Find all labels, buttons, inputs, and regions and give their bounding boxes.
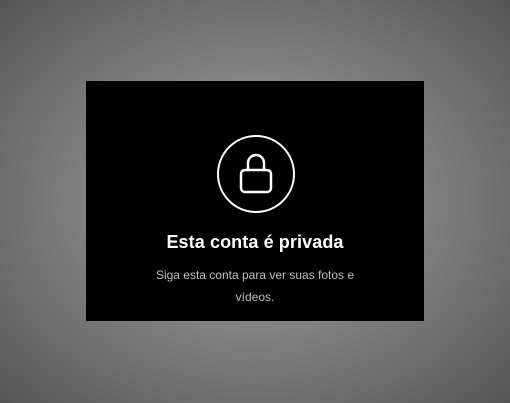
- private-account-panel: Esta conta é privada Siga esta conta par…: [86, 81, 424, 321]
- lock-icon: [217, 135, 295, 213]
- private-account-title: Esta conta é privada: [166, 232, 344, 252]
- private-account-message: Siga esta conta para ver suas fotos e ví…: [155, 268, 355, 304]
